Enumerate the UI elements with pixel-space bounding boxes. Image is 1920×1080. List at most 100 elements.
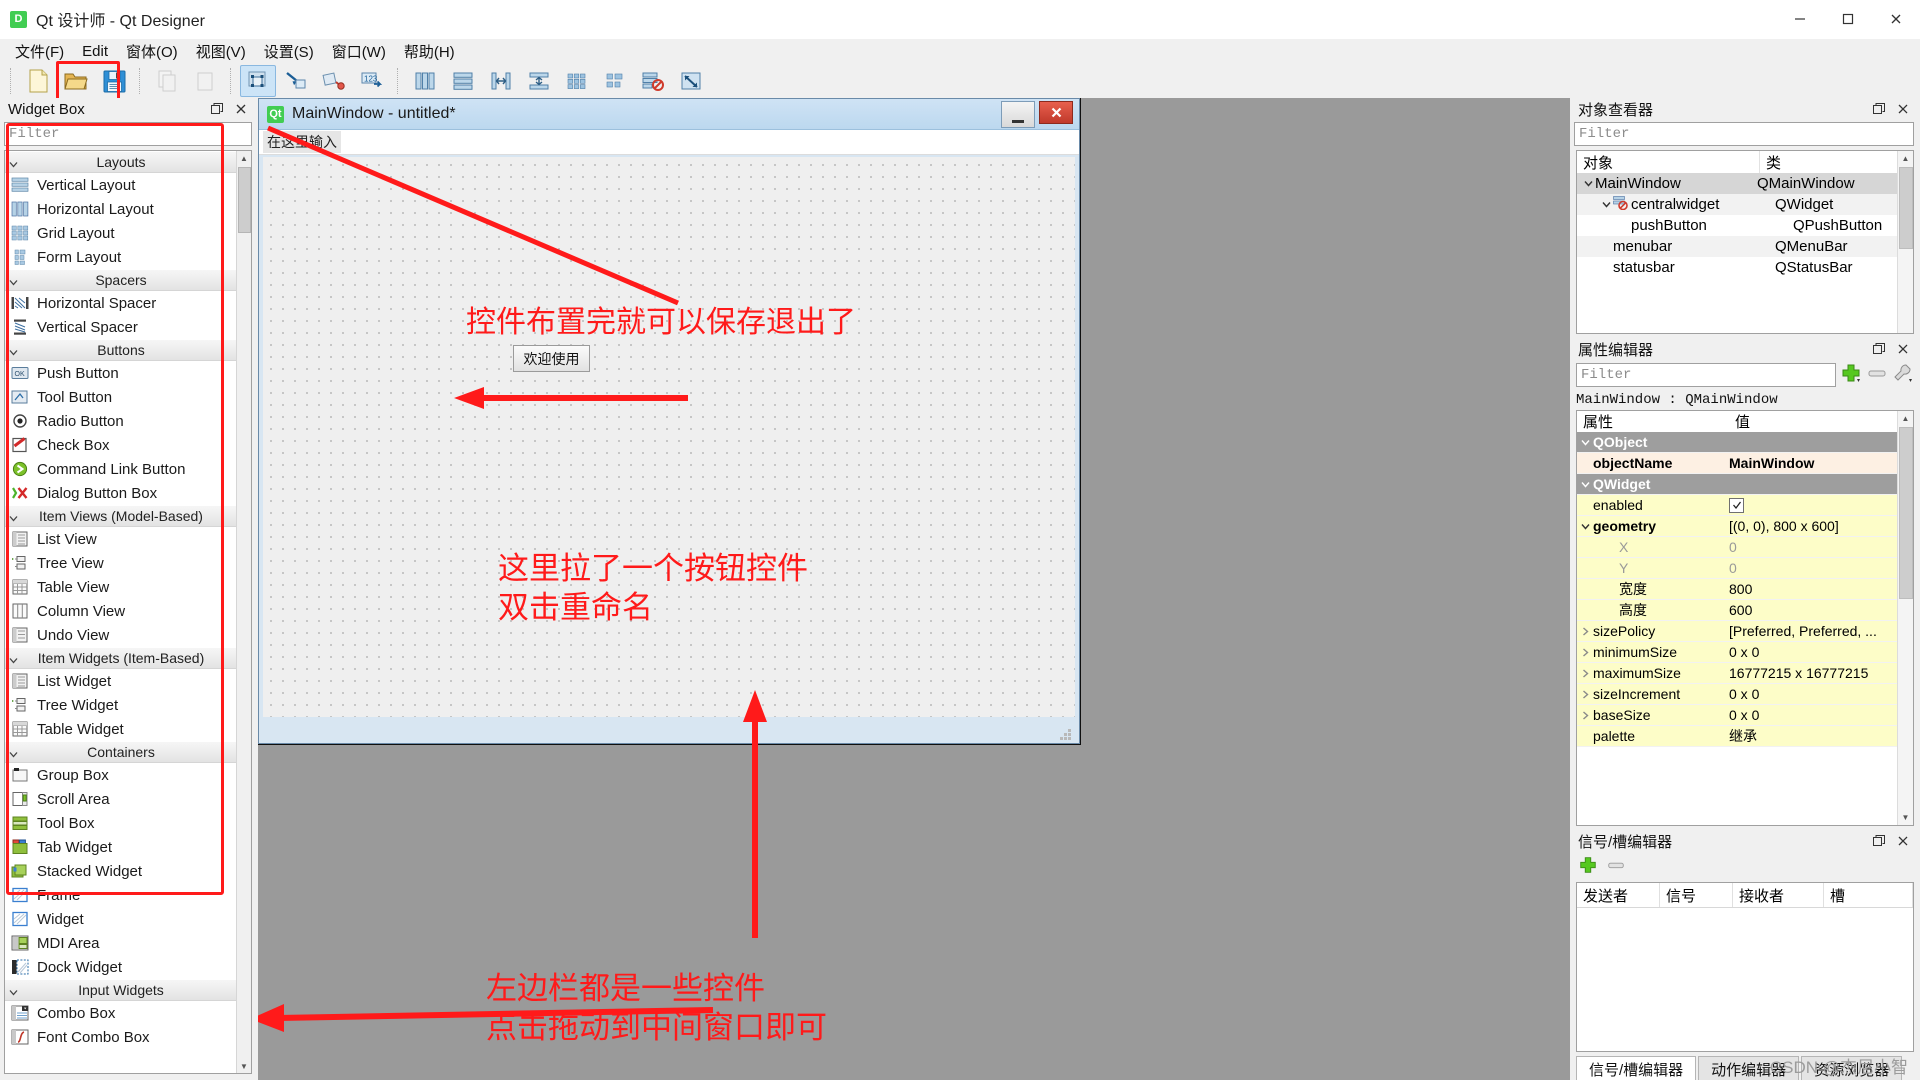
plus-icon[interactable] [1840, 362, 1862, 388]
scroll-up-arrow[interactable]: ▲ [237, 151, 251, 165]
edit-widgets-icon[interactable] [240, 65, 276, 97]
widget-item-tree-widget[interactable]: Tree Widget [5, 693, 237, 717]
form-central-widget[interactable]: 欢迎使用 [263, 157, 1075, 717]
form-minimize-button[interactable] [1001, 100, 1035, 128]
widget-item-radio-button[interactable]: Radio Button [5, 409, 237, 433]
close-icon[interactable] [1896, 834, 1910, 848]
edit-tab-order-icon[interactable]: 123 [354, 65, 390, 97]
chevron-down-icon[interactable] [1577, 480, 1593, 489]
minus-icon[interactable] [1606, 855, 1626, 879]
column-header-slot[interactable]: 槽 [1824, 883, 1913, 907]
property-value-cell[interactable]: [(0, 0), 800 x 600] [1723, 518, 1897, 534]
layout-form-icon[interactable] [597, 65, 633, 97]
tab-signal-slot-editor[interactable]: 信号/槽编辑器 [1576, 1056, 1697, 1080]
property-row[interactable]: QWidget [1577, 474, 1897, 495]
property-value-cell[interactable]: 继承 [1723, 726, 1897, 746]
property-value-cell[interactable]: MainWindow [1723, 455, 1897, 471]
chevron-down-icon[interactable] [1581, 179, 1595, 188]
widget-item-check-box[interactable]: Check Box [5, 433, 237, 457]
widget-item-vertical-spacer[interactable]: Vertical Spacer [5, 315, 237, 339]
column-header-class[interactable]: 类 [1760, 151, 1913, 173]
close-icon[interactable] [1896, 342, 1910, 356]
widget-group-header[interactable]: Layouts [5, 151, 237, 173]
menu-file[interactable]: 文件(F) [6, 39, 73, 64]
widget-item-form-layout[interactable]: Form Layout [5, 245, 237, 269]
property-row[interactable]: Y0 [1577, 558, 1897, 579]
object-inspector-row[interactable]: menubar QMenuBar [1577, 236, 1897, 257]
layout-splitter-h-icon[interactable] [483, 65, 519, 97]
widget-item-table-view[interactable]: Table View [5, 575, 237, 599]
property-row[interactable]: geometry [(0, 0), 800 x 600] [1577, 516, 1897, 537]
minimize-button[interactable] [1776, 0, 1824, 38]
new-form-icon[interactable] [20, 65, 56, 97]
column-header-sender[interactable]: 发送者 [1577, 883, 1660, 907]
property-row[interactable]: X0 [1577, 537, 1897, 558]
widget-item-tool-button[interactable]: Tool Button [5, 385, 237, 409]
property-row[interactable]: sizePolicy [Preferred, Preferred, ... [1577, 621, 1897, 642]
menu-type-here-placeholder[interactable]: 在这里输入 [263, 131, 341, 153]
scroll-up-arrow[interactable]: ▲ [1898, 151, 1913, 166]
open-form-icon[interactable] [58, 65, 94, 97]
widget-item-group-box[interactable]: Group Box [5, 763, 237, 787]
property-value-cell[interactable]: 0 [1723, 560, 1897, 576]
widget-item-horizontal-layout[interactable]: Horizontal Layout [5, 197, 237, 221]
widget-item-tree-view[interactable]: Tree View [5, 551, 237, 575]
property-row[interactable]: objectName MainWindow [1577, 453, 1897, 474]
property-row[interactable]: QObject [1577, 432, 1897, 453]
design-canvas-area[interactable]: Qt MainWindow - untitled* 在这里输入 欢迎使用 控件布… [258, 98, 1570, 1080]
property-row[interactable]: enabled [1577, 495, 1897, 516]
widget-item-dock-widget[interactable]: Dock Widget [5, 955, 237, 979]
widget-item-scroll-area[interactable]: Scroll Area [5, 787, 237, 811]
property-row[interactable]: 高度 600 [1577, 600, 1897, 621]
chevron-down-icon[interactable] [1599, 200, 1613, 209]
property-value-cell[interactable]: 600 [1723, 602, 1897, 618]
property-editor-table[interactable]: 属性 值 QObject objectName MainWindow QWidget e… [1576, 410, 1914, 826]
property-row[interactable]: minimumSize 0 x 0 [1577, 642, 1897, 663]
property-value-cell[interactable]: 16777215 x 16777215 [1723, 665, 1897, 681]
property-value-cell[interactable]: 0 x 0 [1723, 707, 1897, 723]
widget-item-push-button[interactable]: OK Push Button [5, 361, 237, 385]
float-icon[interactable] [1872, 102, 1886, 116]
float-icon[interactable] [210, 102, 224, 116]
widget-item-undo-view[interactable]: Undo View [5, 623, 237, 647]
widget-group-header[interactable]: Spacers [5, 269, 237, 291]
widget-item-mdi-area[interactable]: MDI Area [5, 931, 237, 955]
save-form-icon[interactable] [96, 65, 132, 97]
close-button[interactable] [1872, 0, 1920, 38]
column-header-property[interactable]: 属性 [1577, 411, 1729, 432]
push-button-welcome[interactable]: 欢迎使用 [513, 345, 590, 372]
menu-form[interactable]: 窗体(O) [117, 39, 187, 64]
property-value-cell[interactable]: 800 [1723, 581, 1897, 597]
chevron-right-icon[interactable] [1577, 689, 1593, 699]
property-value-cell[interactable]: 0 x 0 [1723, 644, 1897, 660]
property-row[interactable]: 宽度 800 [1577, 579, 1897, 600]
edit-signals-slots-icon[interactable] [278, 65, 314, 97]
widget-item-command-link-button[interactable]: Command Link Button [5, 457, 237, 481]
chevron-right-icon[interactable] [1577, 668, 1593, 678]
widget-item-dialog-button-box[interactable]: Dialog Button Box [5, 481, 237, 505]
adjust-size-icon[interactable] [673, 65, 709, 97]
copy-icon[interactable] [149, 65, 185, 97]
object-inspector-row[interactable]: statusbar QStatusBar [1577, 257, 1897, 278]
widget-item-list-view[interactable]: List View [5, 527, 237, 551]
column-header-object[interactable]: 对象 [1577, 151, 1760, 173]
property-row[interactable]: baseSize 0 x 0 [1577, 705, 1897, 726]
wrench-icon[interactable] [1892, 362, 1914, 388]
widget-group-header[interactable]: Buttons [5, 339, 237, 361]
property-value-cell[interactable]: 0 [1723, 539, 1897, 555]
widget-item-column-view[interactable]: Column View [5, 599, 237, 623]
close-icon[interactable] [234, 102, 248, 116]
widget-item-frame[interactable]: Frame [5, 883, 237, 907]
chevron-right-icon[interactable] [1577, 710, 1593, 720]
menu-view[interactable]: 视图(V) [187, 39, 255, 64]
widget-group-header[interactable]: Item Widgets (Item-Based) [5, 647, 237, 669]
property-editor-scrollbar[interactable]: ▲ ▼ [1897, 411, 1913, 825]
menu-help[interactable]: 帮助(H) [395, 39, 464, 64]
column-header-signal[interactable]: 信号 [1660, 883, 1733, 907]
chevron-right-icon[interactable] [1577, 626, 1593, 636]
plus-icon[interactable] [1578, 855, 1598, 879]
object-inspector-scrollbar[interactable]: ▲ [1897, 151, 1913, 333]
widget-item-combo-box[interactable]: Combo Box [5, 1001, 237, 1025]
float-icon[interactable] [1872, 342, 1886, 356]
menu-settings[interactable]: 设置(S) [255, 39, 323, 64]
